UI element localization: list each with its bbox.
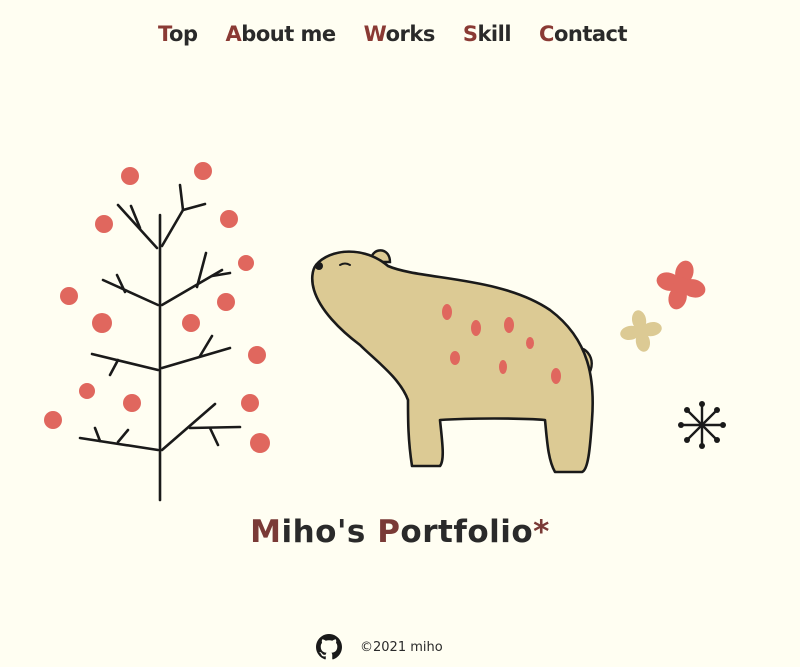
title-text: ortfolio xyxy=(400,514,534,550)
asterisk-flower-icon xyxy=(678,401,726,449)
beige-flower-icon xyxy=(620,310,662,352)
tree-berries xyxy=(44,162,270,453)
title-initial: P xyxy=(377,514,401,550)
page-title: Miho's Portfolio* xyxy=(0,514,800,550)
title-asterisk: * xyxy=(533,514,550,550)
title-text: iho's xyxy=(281,514,378,550)
page-footer: ©2021 miho xyxy=(316,634,443,660)
title-initial: M xyxy=(250,514,282,550)
bear-illustration xyxy=(310,249,595,474)
hero-illustration xyxy=(44,162,726,502)
copyright-text: ©2021 miho xyxy=(360,639,443,655)
red-flower-icon xyxy=(656,260,706,310)
github-icon[interactable] xyxy=(316,634,342,660)
